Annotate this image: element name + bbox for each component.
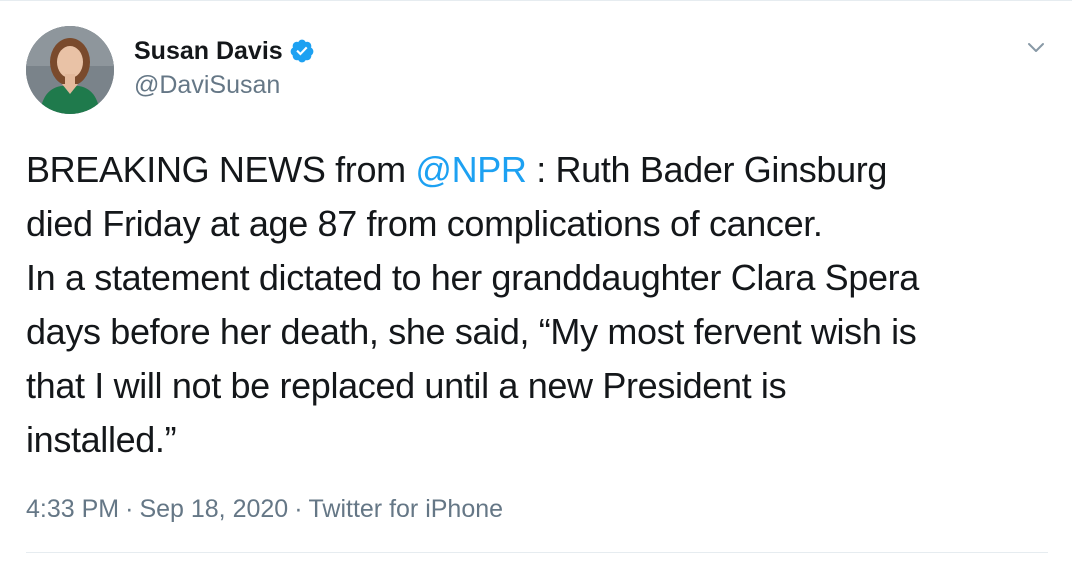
tweet-text: BREAKING NEWS from @NPR : Ruth Bader Gin… [26,143,1051,467]
author-display-name[interactable]: Susan Davis [134,34,283,68]
tweet-line: BREAKING NEWS from @NPR : Ruth Bader Gin… [26,143,1051,197]
tweet-source-link[interactable]: Twitter for iPhone [309,495,504,523]
tweet-line: In a statement dictated to her granddaug… [26,257,919,298]
meta-separator: · [125,495,134,523]
tweet-timestamp-link[interactable]: 4:33 PM · Sep 18, 2020 [26,495,288,523]
avatar[interactable] [26,26,114,114]
author-name-row: Susan Davis [134,34,315,68]
avatar-photo [26,26,114,114]
chevron-down-icon[interactable] [1022,36,1050,58]
tweet-date: Sep 18, 2020 [139,495,289,523]
author-handle[interactable]: @DaviSusan [134,69,280,101]
bottom-divider [26,552,1048,553]
mention-link-npr[interactable]: @NPR [415,149,527,190]
meta-separator: · [294,495,303,523]
top-divider [0,0,1072,1]
tweet-line: days before her death, she said, “My mos… [26,311,917,352]
tweet-text-segment: : Ruth Bader Ginsburg [526,149,888,190]
tweet-line: died Friday at age 87 from complications… [26,203,823,244]
tweet-line: that I will not be replaced until a new … [26,365,787,406]
verified-badge-icon [289,38,315,64]
tweet-time: 4:33 PM [26,495,120,523]
tweet-line: installed.” [26,419,177,460]
tweet-meta: 4:33 PM · Sep 18, 2020 · Twitter for iPhone [26,492,503,526]
tweet-text-segment: BREAKING NEWS from [26,149,416,190]
